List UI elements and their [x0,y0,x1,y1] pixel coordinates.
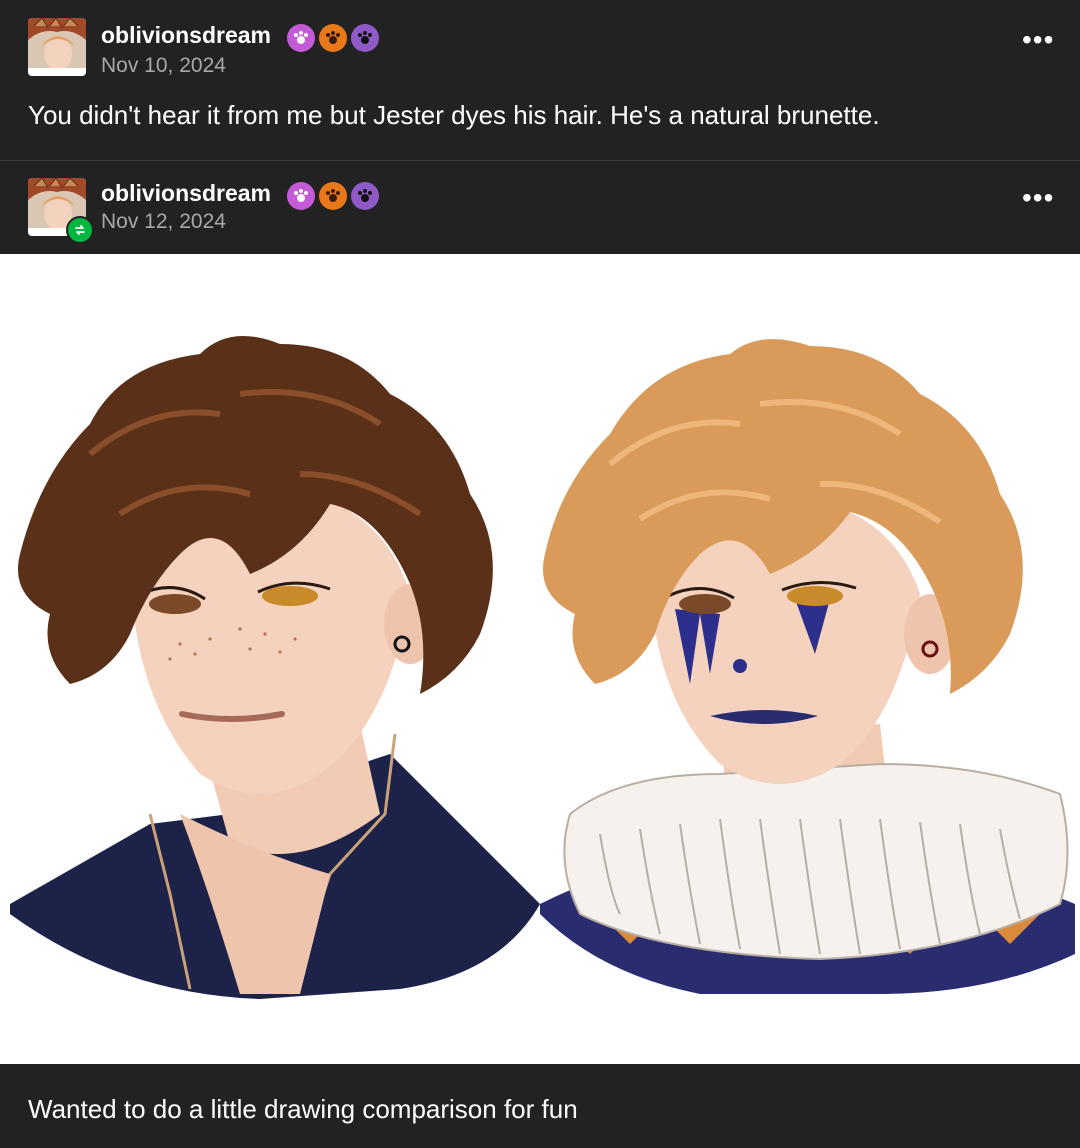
paw-badge-orange-icon[interactable] [319,24,347,52]
badge-group [287,182,379,210]
reblog-icon [66,216,94,244]
paw-badge-pink-icon[interactable] [287,24,315,52]
post-text: You didn't hear it from me but Jester dy… [28,100,880,130]
post-header-1: oblivionsdream Nov 10, 2024 ••• [0,0,1080,80]
paw-badge-orange-icon[interactable] [319,182,347,210]
post-date[interactable]: Nov 10, 2024 [101,54,226,78]
badge-group [287,24,379,52]
username[interactable]: oblivionsdream [101,22,271,49]
post-image[interactable] [0,254,1080,1064]
more-options-icon[interactable]: ••• [1022,26,1054,54]
paw-badge-purple-icon[interactable] [351,24,379,52]
avatar[interactable] [28,18,86,76]
post-header-2: oblivionsdream Nov 12, 2024 ••• [0,160,1080,240]
paw-badge-pink-icon[interactable] [287,182,315,210]
more-options-icon[interactable]: ••• [1022,184,1054,212]
post-date[interactable]: Nov 12, 2024 [101,210,226,234]
artwork-illustration [0,254,1080,1064]
caption-text: Wanted to do a little drawing comparison… [28,1094,578,1124]
paw-badge-purple-icon[interactable] [351,182,379,210]
username[interactable]: oblivionsdream [101,180,271,207]
